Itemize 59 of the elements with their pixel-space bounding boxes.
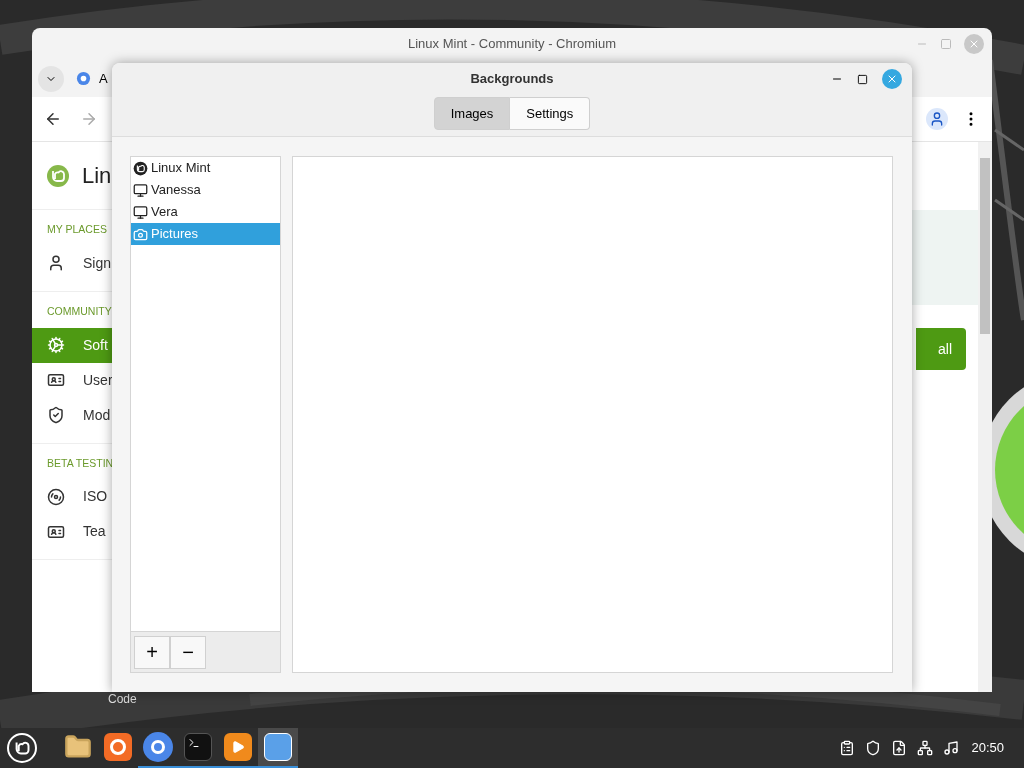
browser-tab-favicon-icon — [76, 71, 91, 86]
add-button[interactable]: + — [134, 635, 170, 669]
taskbar-app[interactable] — [258, 728, 298, 768]
globe-icon[interactable] — [143, 732, 173, 762]
mint-logo-icon — [46, 163, 70, 188]
nav-item[interactable]: User — [32, 362, 112, 398]
status-text: Code — [108, 691, 137, 708]
collection-item[interactable]: Vanessa — [131, 179, 280, 201]
clipboard-icon[interactable] — [839, 740, 856, 756]
nav-item[interactable]: Soft — [32, 327, 112, 363]
nav-label: ISO — [83, 487, 108, 507]
nav-item[interactable]: Tea — [32, 514, 112, 550]
id-card-icon — [47, 371, 65, 389]
browser-tab-title[interactable]: A — [99, 68, 108, 89]
shield-icon[interactable] — [865, 740, 882, 756]
maximize-icon[interactable] — [857, 73, 868, 85]
disc-icon — [47, 487, 65, 506]
tab[interactable]: Settings — [510, 97, 591, 130]
site-title: Lin — [82, 162, 112, 190]
fox-icon[interactable] — [104, 733, 132, 761]
nav-item[interactable]: Sign — [32, 245, 112, 281]
section-heading: COMMUNITY — [46, 303, 112, 319]
clock[interactable]: 20:50 — [971, 738, 1004, 758]
menu-icon — [7, 733, 37, 763]
network-icon[interactable] — [917, 740, 934, 756]
install-button[interactable]: all — [916, 328, 966, 370]
folder-icon[interactable] — [64, 733, 92, 761]
nav-label: Sign — [83, 253, 112, 273]
person-icon — [47, 254, 65, 273]
back-icon[interactable] — [44, 110, 62, 128]
play-icon[interactable] — [224, 733, 252, 761]
remove-button[interactable]: − — [170, 635, 206, 669]
scrollbar[interactable] — [978, 142, 992, 692]
monitor-icon — [133, 182, 148, 198]
terminal-icon[interactable] — [184, 733, 212, 761]
tab[interactable]: Images — [433, 97, 511, 130]
section-heading: MY PLACES — [46, 222, 108, 237]
nav-label: Tea — [83, 522, 106, 542]
nav-item[interactable]: ISO — [32, 479, 112, 515]
monitor-icon — [133, 204, 148, 220]
shield-check-icon — [47, 406, 65, 424]
nav-label: Soft — [83, 335, 108, 355]
nav-item[interactable]: Mod — [32, 397, 112, 433]
collection-item[interactable]: Vera — [131, 201, 280, 223]
person-icon — [929, 111, 945, 127]
camera-icon — [133, 226, 148, 242]
close-button[interactable] — [882, 69, 902, 89]
dialog-title: Backgrounds — [470, 70, 554, 89]
nav-label: User — [83, 370, 113, 390]
update-icon[interactable] — [891, 740, 908, 756]
profile-button[interactable] — [926, 108, 948, 130]
mint-logo-icon — [133, 160, 148, 176]
collection-item[interactable]: Linux Mint — [131, 157, 280, 179]
section-heading: BETA TESTIN — [46, 455, 112, 471]
close-icon — [886, 73, 898, 85]
nav-label: Mod — [83, 405, 111, 425]
close-icon — [968, 38, 980, 50]
window-title: Linux Mint - Community - Chromium — [408, 35, 616, 54]
sound-icon[interactable] — [943, 740, 960, 756]
